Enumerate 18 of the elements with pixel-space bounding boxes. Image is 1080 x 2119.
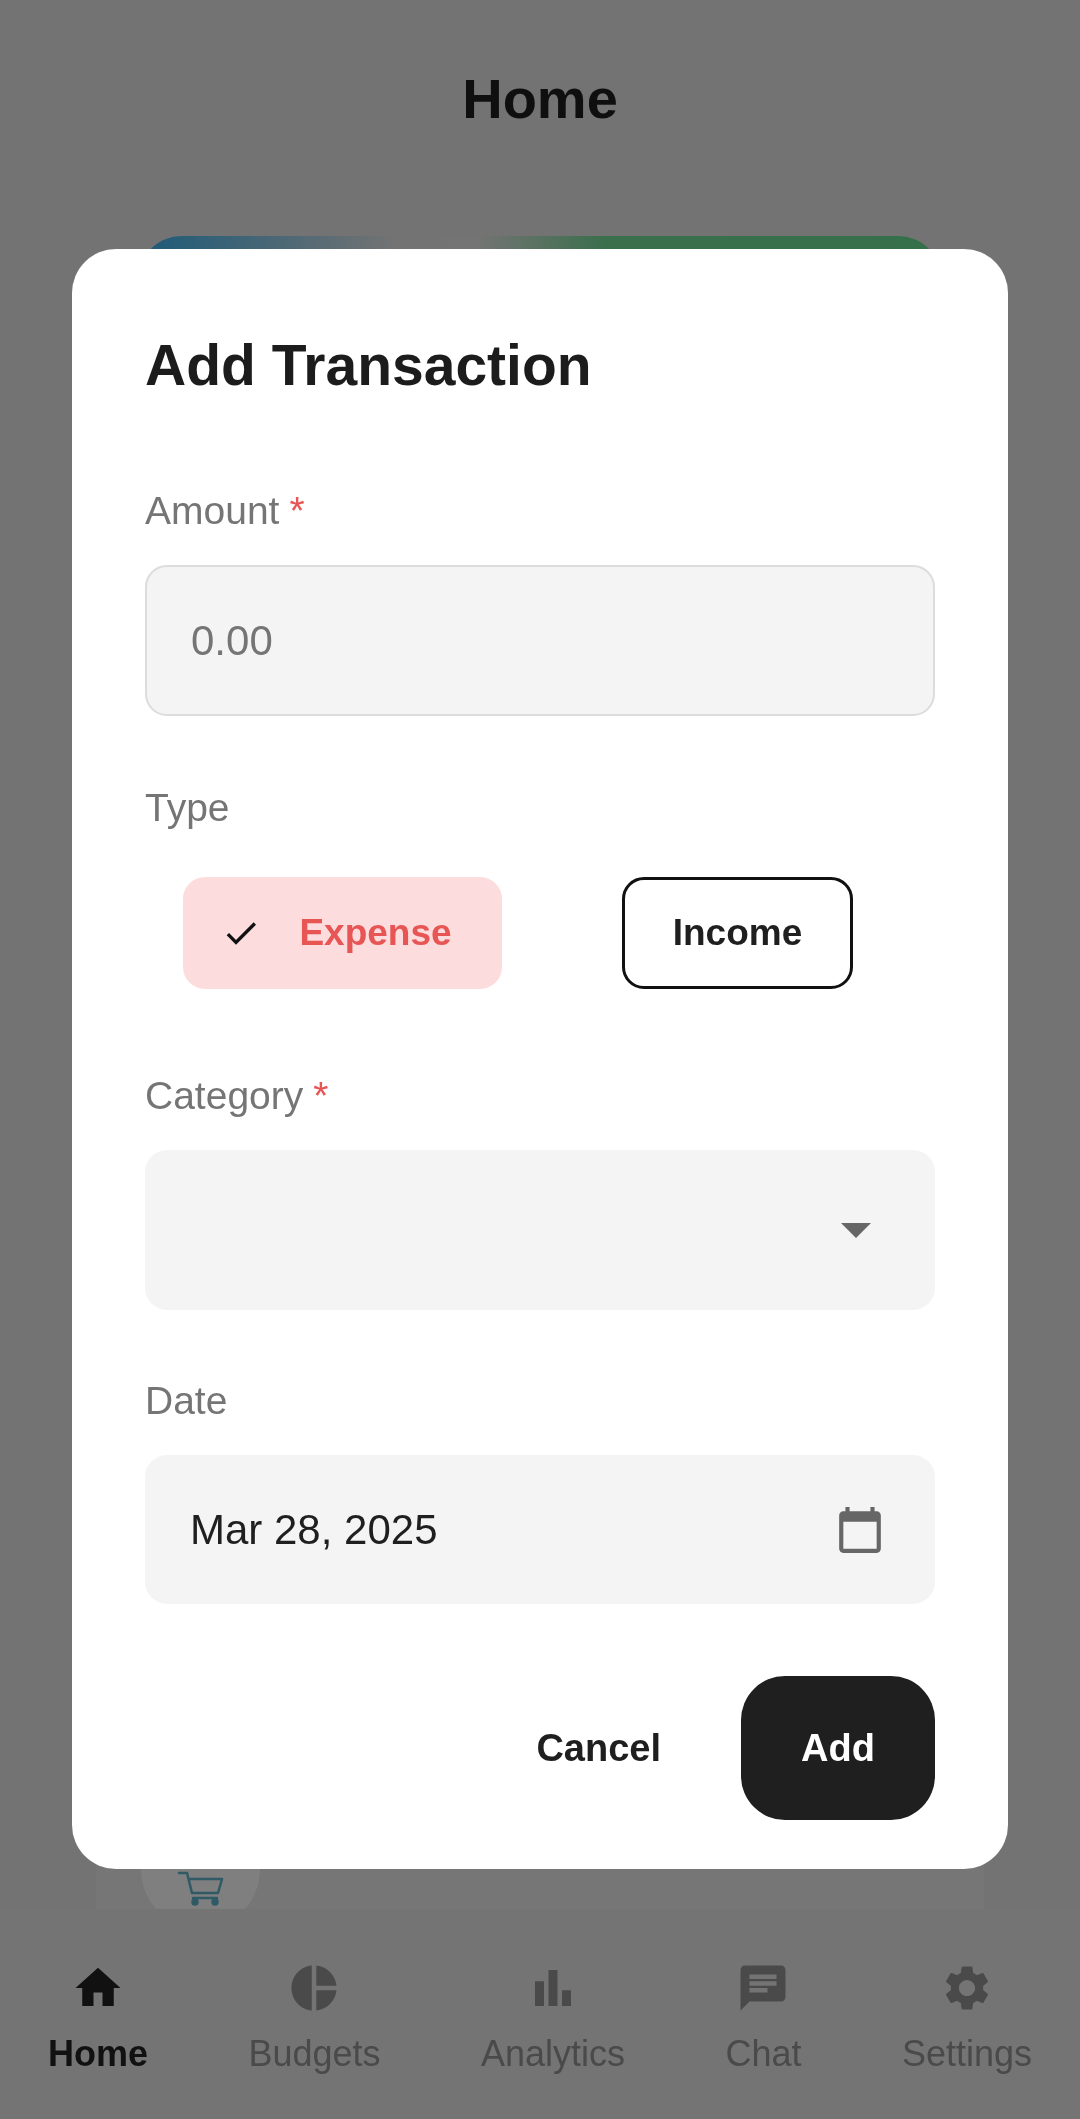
field-label: Type <box>145 786 230 829</box>
nav-tab[interactable]: Home <box>48 1961 149 2081</box>
category-dropdown[interactable] <box>145 1150 935 1310</box>
type-toggle[interactable]: Expense <box>183 877 502 989</box>
field-label: Date <box>145 1379 228 1422</box>
cancel-button[interactable]: Cancel <box>516 1698 681 1798</box>
amount-field[interactable]: 0.00 <box>145 565 935 716</box>
date-field[interactable]: Mar 28, 2025 <box>145 1455 935 1604</box>
field-label: Amount <box>145 489 280 532</box>
add-button[interactable]: Add <box>741 1676 935 1820</box>
dialog-title: Add Transaction <box>145 335 593 395</box>
field-label: Category <box>145 1074 304 1117</box>
type-toggle[interactable]: Income <box>621 877 854 989</box>
page-title: Home <box>462 66 618 132</box>
dropdown-arrow-icon <box>841 1222 871 1238</box>
required-mark: * <box>313 1074 329 1117</box>
cart-icon <box>176 1870 225 1906</box>
required-mark: * <box>289 489 305 532</box>
